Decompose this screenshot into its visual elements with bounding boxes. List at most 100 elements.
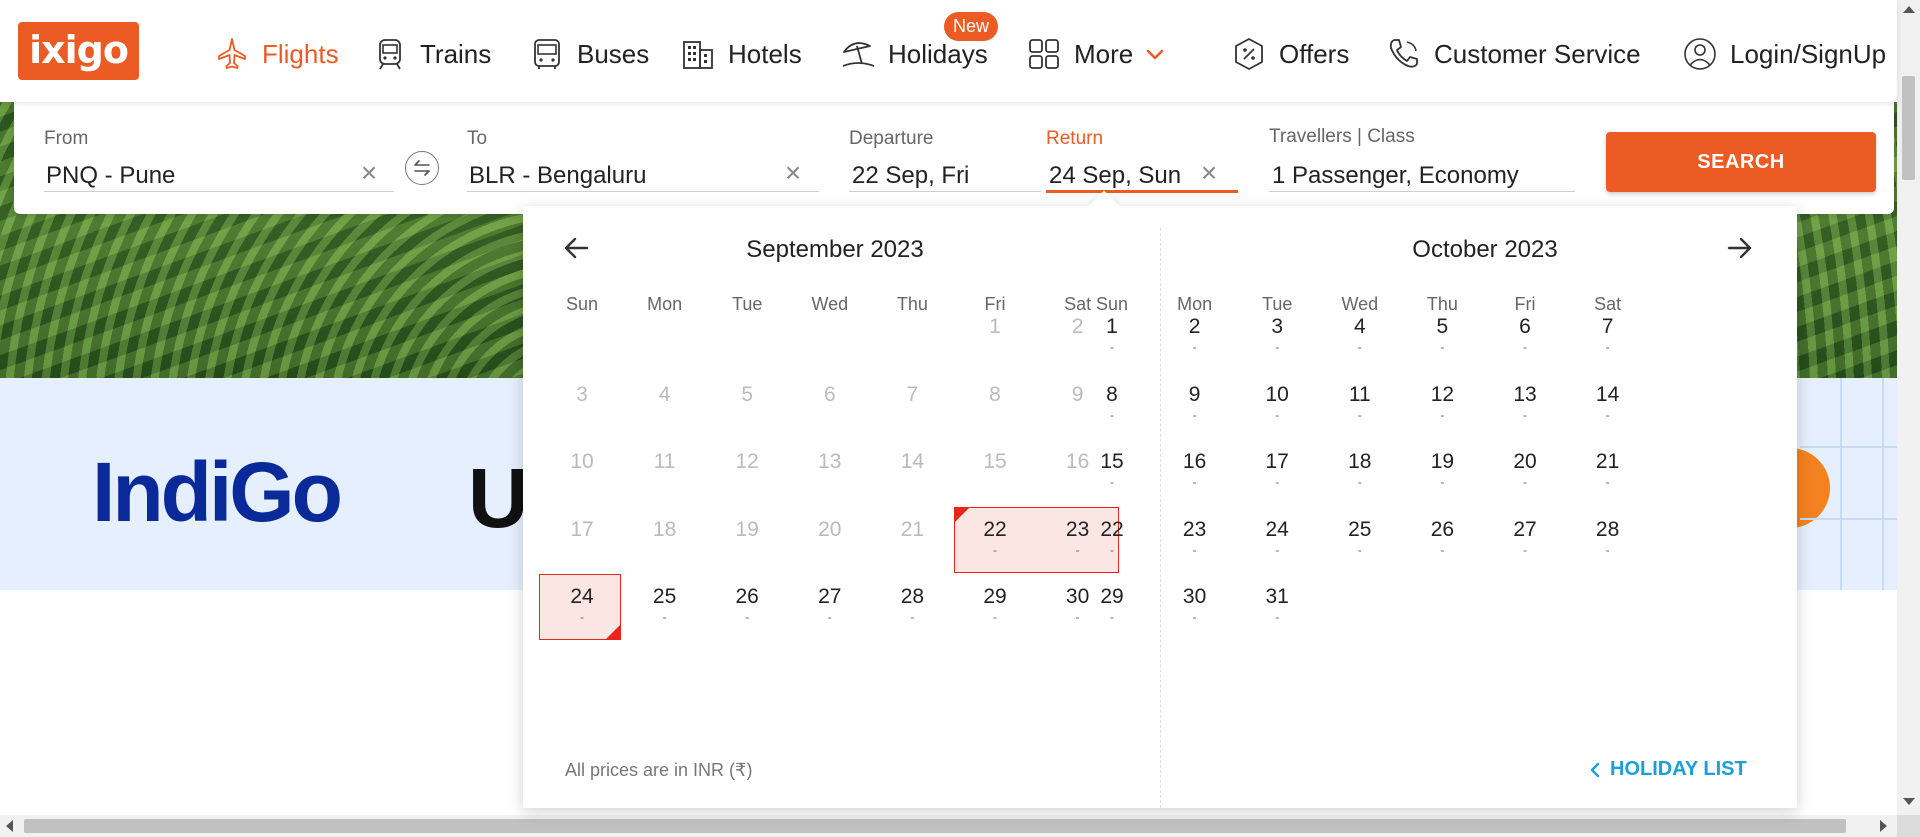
vertical-scrollbar[interactable]: [1897, 0, 1920, 815]
day-oct-13[interactable]: 13 -: [1484, 371, 1566, 437]
day-oct-2[interactable]: 2-: [1154, 303, 1236, 369]
day-sep-10: 10: [541, 438, 623, 504]
day-oct-10[interactable]: 10 -: [1236, 371, 1318, 437]
day-oct-19[interactable]: 19 -: [1401, 438, 1483, 504]
nav-hotels-label: Hotels: [728, 38, 802, 69]
scroll-down-arrow-icon[interactable]: [1903, 798, 1915, 805]
day-sep-29[interactable]: 29 -: [954, 573, 1036, 639]
day-sep-4: 4: [624, 371, 706, 437]
scroll-right-arrow-icon[interactable]: [1880, 820, 1887, 832]
day-oct-25[interactable]: 25 -: [1319, 506, 1401, 572]
nav-trains-label: Trains: [420, 38, 492, 69]
day-oct-8[interactable]: 8-: [1071, 371, 1153, 437]
day-oct-15[interactable]: 15 -: [1071, 438, 1153, 504]
weekday-wed-m1: Wed: [811, 294, 849, 314]
nav-offers[interactable]: Offers: [1231, 30, 1349, 78]
day-oct-20[interactable]: 20 -: [1484, 438, 1566, 504]
day-sep-28[interactable]: 28 -: [871, 573, 953, 639]
day-number: 5: [1436, 315, 1449, 338]
day-oct-21[interactable]: 21 -: [1567, 438, 1649, 504]
day-number: 16: [1182, 450, 1207, 473]
day-oct-16[interactable]: 16 -: [1154, 438, 1236, 504]
indigo-logo[interactable]: IndiGo: [92, 444, 343, 541]
day-sep-12: 12: [706, 438, 788, 504]
day-price: -: [1357, 408, 1362, 422]
day-number: 1: [1106, 315, 1118, 338]
day-oct-4[interactable]: 4-: [1319, 303, 1401, 369]
vertical-scroll-thumb[interactable]: [1902, 76, 1915, 180]
nav-login[interactable]: Login/SignUp: [1682, 30, 1886, 78]
day-number: 25: [652, 585, 677, 608]
horizontal-scroll-thumb[interactable]: [24, 819, 1846, 833]
day-price: -: [910, 610, 915, 624]
ixigo-logo[interactable]: ixigo: [18, 22, 139, 80]
phone-support-icon: [1389, 39, 1418, 68]
clear-return-icon[interactable]: ×: [1196, 159, 1222, 187]
prev-month-button[interactable]: [559, 230, 595, 266]
nav-buses[interactable]: Buses: [529, 30, 649, 78]
clear-to-icon[interactable]: ×: [780, 159, 806, 187]
day-oct-17[interactable]: 17 -: [1236, 438, 1318, 504]
price-currency-note: All prices are in INR (₹): [565, 760, 753, 780]
nav-more[interactable]: More: [1026, 30, 1165, 78]
top-header: ixigo Flights Trains Buses Hotels Holida…: [0, 0, 1897, 102]
day-price: -: [1605, 475, 1610, 489]
day-number: 28: [1595, 518, 1620, 541]
to-field[interactable]: BLR - Bengaluru: [469, 162, 646, 190]
next-month-button[interactable]: [1721, 230, 1757, 266]
day-oct-7[interactable]: 7-: [1567, 303, 1649, 369]
day-oct-31[interactable]: 31 -: [1236, 573, 1318, 639]
day-sep-15: 15: [954, 438, 1036, 504]
day-sep-25[interactable]: 25 -: [624, 573, 706, 639]
day-sep-22[interactable]: 22 -: [954, 506, 1036, 572]
day-sep-24[interactable]: 24 -: [541, 573, 623, 639]
day-number: 19: [735, 518, 759, 541]
day-oct-6[interactable]: 6-: [1484, 303, 1566, 369]
day-oct-23[interactable]: 23 -: [1154, 506, 1236, 572]
departure-field[interactable]: 22 Sep, Fri: [852, 162, 969, 190]
day-number: 22: [1100, 518, 1124, 541]
day-price: -: [1275, 610, 1280, 624]
day-price: -: [1110, 543, 1114, 557]
day-price: -: [1440, 340, 1445, 354]
holiday-list-link[interactable]: HOLIDAY LIST: [1588, 758, 1747, 781]
search-button[interactable]: SEARCH: [1606, 132, 1876, 192]
swap-cities-button[interactable]: [405, 151, 439, 185]
nav-customer-service[interactable]: Customer Service: [1386, 30, 1641, 78]
scroll-left-arrow-icon[interactable]: [6, 820, 13, 832]
travellers-field[interactable]: 1 Passenger, Economy: [1272, 162, 1519, 190]
bus-icon: [534, 39, 560, 69]
from-underline: [44, 191, 394, 192]
day-oct-29[interactable]: 29 -: [1071, 573, 1153, 639]
day-oct-11[interactable]: 11 -: [1319, 371, 1401, 437]
day-oct-1[interactable]: 1-: [1071, 303, 1153, 369]
day-number: 12: [1430, 383, 1455, 406]
day-oct-22[interactable]: 22 -: [1071, 506, 1153, 572]
nav-flights[interactable]: Flights: [214, 30, 339, 78]
day-number: 26: [735, 585, 759, 608]
day-oct-9[interactable]: 9-: [1154, 371, 1236, 437]
day-oct-3[interactable]: 3-: [1236, 303, 1318, 369]
clear-from-icon[interactable]: ×: [356, 159, 382, 187]
horizontal-scrollbar[interactable]: [0, 815, 1897, 837]
day-price: -: [662, 610, 667, 624]
day-oct-24[interactable]: 24 -: [1236, 506, 1318, 572]
scroll-up-arrow-icon[interactable]: [1903, 6, 1915, 13]
day-sep-26[interactable]: 26 -: [706, 573, 788, 639]
day-price: -: [1440, 475, 1445, 489]
day-oct-14[interactable]: 14 -: [1567, 371, 1649, 437]
return-field[interactable]: 24 Sep, Sun: [1049, 162, 1181, 190]
day-sep-27[interactable]: 27 -: [789, 573, 871, 639]
day-oct-28[interactable]: 28 -: [1567, 506, 1649, 572]
day-oct-27[interactable]: 27 -: [1484, 506, 1566, 572]
day-oct-26[interactable]: 26 -: [1401, 506, 1483, 572]
nav-trains[interactable]: Trains: [372, 30, 491, 78]
day-oct-18[interactable]: 18 -: [1319, 438, 1401, 504]
day-price: -: [1357, 340, 1362, 354]
day-oct-5[interactable]: 5-: [1401, 303, 1483, 369]
day-number: 20: [1513, 450, 1537, 473]
day-oct-12[interactable]: 12 -: [1401, 371, 1483, 437]
day-oct-30[interactable]: 30 -: [1154, 573, 1236, 639]
nav-hotels[interactable]: Hotels: [680, 30, 802, 78]
from-field[interactable]: PNQ - Pune: [46, 162, 175, 190]
